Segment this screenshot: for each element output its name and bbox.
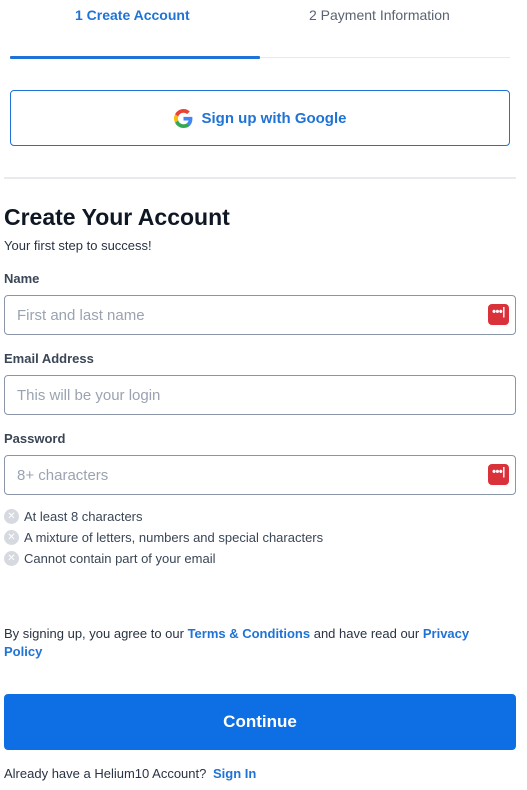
password-rule-text: At least 8 characters xyxy=(24,509,143,524)
password-input[interactable] xyxy=(4,455,516,495)
email-label: Email Address xyxy=(4,351,94,366)
password-manager-icon[interactable]: •••| xyxy=(488,464,509,485)
signin-prompt: Already have a Helium10 Account? Sign In xyxy=(4,766,256,781)
google-signup-label: Sign up with Google xyxy=(201,109,347,127)
signin-link[interactable]: Sign In xyxy=(213,766,256,781)
close-circle-icon: ✕ xyxy=(4,530,19,545)
step-create-account[interactable]: 1 Create Account xyxy=(75,7,190,23)
signin-prompt-text: Already have a Helium10 Account? xyxy=(4,766,207,781)
password-manager-icon[interactable]: •••| xyxy=(488,304,509,325)
email-input[interactable] xyxy=(4,375,516,415)
step-payment-information[interactable]: 2 Payment Information xyxy=(309,7,450,23)
close-circle-icon: ✕ xyxy=(4,509,19,524)
password-rule-text: Cannot contain part of your email xyxy=(24,551,216,566)
name-label: Name xyxy=(4,271,40,286)
active-step-indicator xyxy=(10,56,260,59)
password-rule-text: A mixture of letters, numbers and specia… xyxy=(24,530,324,545)
step-tabs: 1 Create Account 2 Payment Information xyxy=(10,0,510,59)
google-icon xyxy=(173,108,193,128)
legal-middle: and have read our xyxy=(310,626,423,641)
page-subtitle: Your first step to success! xyxy=(4,238,152,253)
continue-button[interactable]: Continue xyxy=(4,694,516,750)
legal-prefix: By signing up, you agree to our xyxy=(4,626,188,641)
close-circle-icon: ✕ xyxy=(4,551,19,566)
section-divider xyxy=(4,177,516,179)
password-label: Password xyxy=(4,431,66,446)
password-rule-item: ✕ A mixture of letters, numbers and spec… xyxy=(4,530,323,545)
legal-notice: By signing up, you agree to our Terms & … xyxy=(4,625,509,661)
google-signup-button[interactable]: Sign up with Google xyxy=(10,90,510,146)
terms-link[interactable]: Terms & Conditions xyxy=(188,626,311,641)
password-rule-item: ✕ Cannot contain part of your email xyxy=(4,551,216,566)
password-rule-item: ✕ At least 8 characters xyxy=(4,509,143,524)
name-input[interactable] xyxy=(4,295,516,335)
page-title: Create Your Account xyxy=(4,204,230,230)
